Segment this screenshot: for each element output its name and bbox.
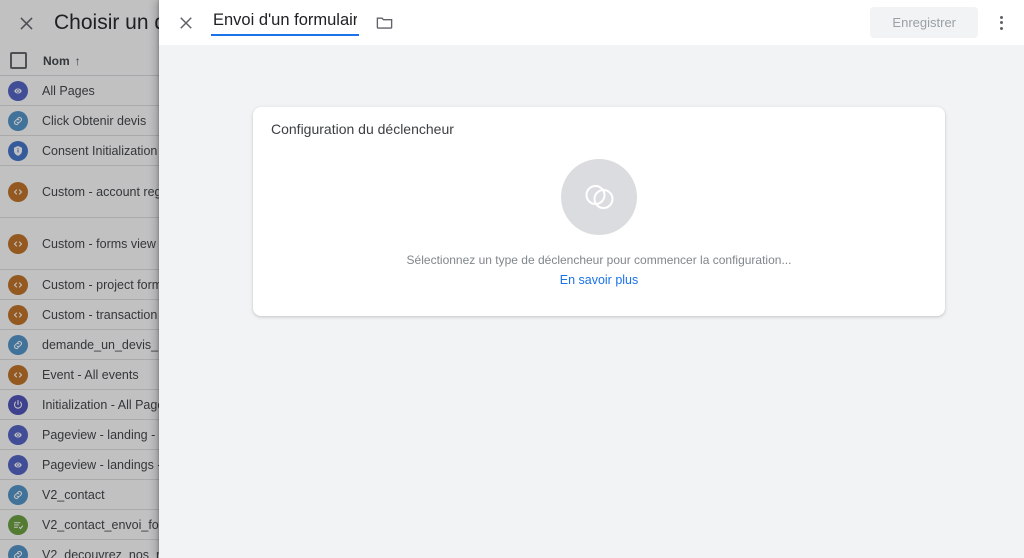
trigger-configuration-card: Configuration du déclencheur Sélectionne… xyxy=(253,107,945,316)
close-icon[interactable] xyxy=(169,6,203,40)
card-title: Configuration du déclencheur xyxy=(271,121,454,137)
trigger-editor-dialog: Enregistrer Configuration du déclencheur xyxy=(159,0,1024,558)
trigger-name-field-wrap xyxy=(211,9,359,36)
kebab-dot xyxy=(999,26,1003,30)
kebab-dot xyxy=(999,15,1003,19)
empty-state-text: Sélectionnez un type de déclencheur pour… xyxy=(406,253,792,267)
save-button[interactable]: Enregistrer xyxy=(870,7,978,38)
empty-state: Sélectionnez un type de déclencheur pour… xyxy=(253,159,945,287)
dialog-body: Configuration du déclencheur Sélectionne… xyxy=(159,45,1024,558)
app-root: Choisir un déclencheur Nom ↑ All PagesCl… xyxy=(0,0,1024,558)
more-vert-icon[interactable] xyxy=(986,8,1016,38)
learn-more-link[interactable]: En savoir plus xyxy=(560,273,639,287)
kebab-dot xyxy=(999,21,1003,24)
trigger-name-input[interactable] xyxy=(211,9,359,36)
trigger-placeholder-icon xyxy=(561,159,637,235)
folder-icon[interactable] xyxy=(371,10,397,36)
dialog-header: Enregistrer xyxy=(159,0,1024,45)
